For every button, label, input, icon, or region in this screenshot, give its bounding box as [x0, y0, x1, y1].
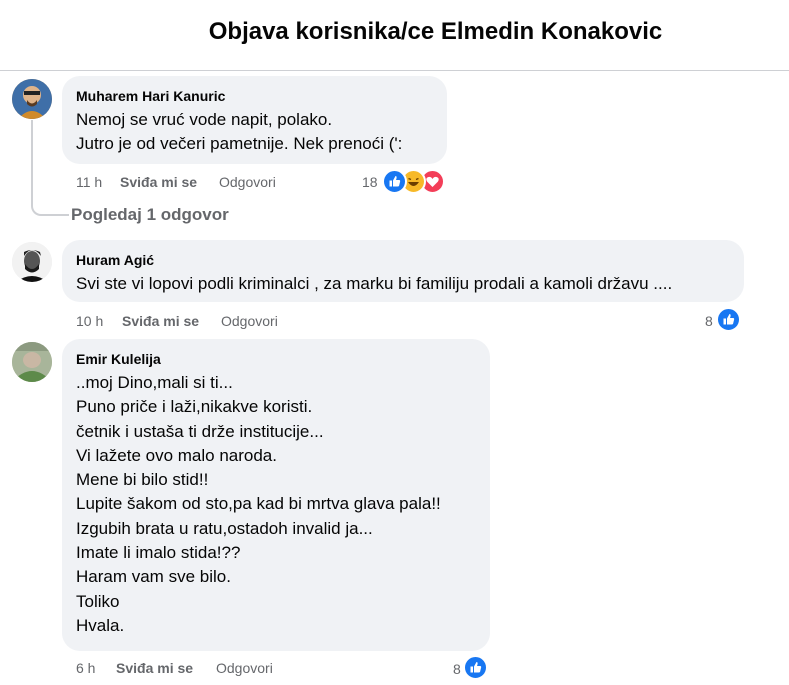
comment-bubble: Emir Kulelija ..moj Dino,mali si ti... P…: [62, 339, 490, 651]
reaction-count[interactable]: 18: [362, 174, 378, 190]
comment-text: Nemoj se vruć vode napit, polako. Jutro …: [76, 108, 402, 157]
comment-time[interactable]: 6 h: [76, 660, 95, 676]
comment-line: Hvala.: [76, 615, 125, 635]
comment-time[interactable]: 10 h: [76, 313, 103, 329]
comment-line: ..moj Dino,mali si ti...: [76, 373, 233, 392]
comment-text: Svi ste vi lopovi podli kriminalci , za …: [76, 272, 672, 296]
reaction-count[interactable]: 8: [705, 313, 713, 329]
avatar[interactable]: [12, 242, 52, 282]
comment-line: Imate li imalo stida!??: [76, 543, 241, 563]
comment-author[interactable]: Huram Agić: [76, 252, 154, 268]
comment-bubble: Huram Agić Svi ste vi lopovi podli krimi…: [62, 240, 744, 302]
page-title: Objava korisnika/ce Elmedin Konakovic: [208, 18, 663, 45]
comment-line: Vi lažete ovo malo naroda.: [76, 445, 277, 465]
avatar[interactable]: [12, 79, 52, 119]
reaction-count[interactable]: 8: [453, 661, 461, 677]
comment-line: Puno priče i laži,nikakve koristi.: [76, 397, 313, 417]
comment-line: Mene bi bilo stid!!: [76, 470, 209, 490]
comment-line: Jutro je od večeri pametnije. Nek prenoć…: [76, 134, 403, 154]
reply-button[interactable]: Odgovori: [219, 174, 276, 190]
view-replies-link[interactable]: Pogledaj 1 odgovor: [71, 205, 229, 225]
like-icon: [716, 307, 741, 332]
like-icon: [382, 169, 407, 194]
comment-line: Nemoj se vruć vode napit, polako.: [76, 110, 333, 129]
like-button[interactable]: Sviđa mi se: [122, 313, 199, 329]
comment-bubble: Muharem Hari Kanuric Nemoj se vruć vode …: [62, 76, 447, 164]
like-button[interactable]: Sviđa mi se: [120, 174, 197, 190]
comment-line: Lupite šakom od sto,pa kad bi mrtva glav…: [76, 494, 441, 514]
post-header: Objava korisnika/ce Elmedin Konakovic: [0, 0, 789, 71]
comment-line: Haram vam sve bilo.: [76, 567, 231, 587]
reply-button[interactable]: Odgovori: [216, 660, 273, 676]
reply-button[interactable]: Odgovori: [221, 313, 278, 329]
comment-line: Izgubih brata u ratu,ostadoh invalid ja.…: [76, 518, 373, 538]
comment-line: Toliko: [76, 591, 120, 611]
comment-line: Svi ste vi lopovi podli kriminalci , za …: [76, 274, 673, 293]
comment-author[interactable]: Emir Kulelija: [76, 351, 161, 367]
avatar[interactable]: [12, 342, 52, 382]
like-icon: [463, 655, 488, 680]
comment-author[interactable]: Muharem Hari Kanuric: [76, 88, 225, 104]
like-button[interactable]: Sviđa mi se: [116, 660, 193, 676]
comment-time[interactable]: 11 h: [76, 174, 102, 190]
comment-line: četnik i ustaša ti drže institucije...: [76, 421, 324, 441]
comment-text: ..moj Dino,mali si ti... Puno priče i la…: [76, 371, 441, 638]
